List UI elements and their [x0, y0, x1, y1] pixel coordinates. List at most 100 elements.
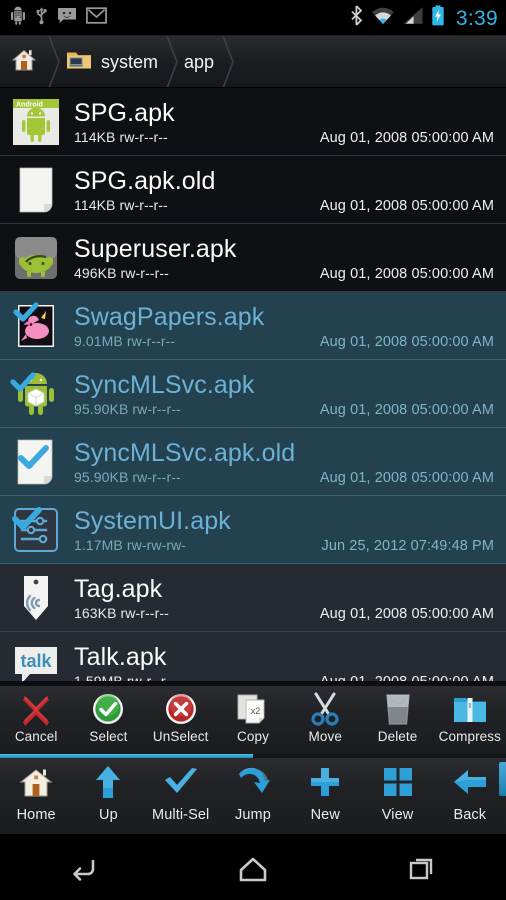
systemui-settings-icon: [8, 502, 64, 558]
file-meta: SPG.apk.old 114KB rw-r--r-- Aug 01, 2008…: [64, 162, 506, 218]
file-meta: Superuser.apk 496KB rw-r--r-- Aug 01, 20…: [64, 230, 506, 286]
file-name: Talk.apk: [74, 643, 167, 671]
file-row[interactable]: Android SPG.apk 114KB rw-r--r-- Aug 01, …: [0, 88, 506, 156]
home-house-icon: [19, 760, 53, 804]
superuser-icon: [8, 230, 64, 286]
scissors-icon: [309, 690, 341, 728]
file-row[interactable]: Superuser.apk 496KB rw-r--r-- Aug 01, 20…: [0, 224, 506, 292]
button-label: Delete: [377, 729, 418, 744]
home-icon: [10, 46, 38, 79]
file-size-perms: 163KB rw-r--r--: [74, 605, 169, 621]
file-list[interactable]: Android SPG.apk 114KB rw-r--r-- Aug 01, …: [0, 88, 506, 681]
file-date: Aug 01, 2008 05:00:00 AM: [319, 402, 494, 418]
up-button[interactable]: Up: [72, 760, 144, 835]
grid-view-icon: [383, 760, 413, 804]
back-button[interactable]: Back: [434, 760, 506, 835]
file-date: Aug 01, 2008 05:00:00 AM: [319, 606, 494, 622]
breadcrumb-separator: [221, 36, 235, 88]
view-button[interactable]: View: [361, 760, 433, 835]
unselect-button[interactable]: UnSelect: [145, 690, 217, 754]
back-nav-icon[interactable]: [0, 835, 169, 900]
delete-button[interactable]: Delete: [361, 690, 433, 754]
gmail-icon: [86, 7, 107, 29]
file-row[interactable]: talk Talk.apk 1.59MB rw-r--r-- Aug 01, 2…: [0, 632, 506, 681]
system-navigation-bar: [0, 835, 506, 900]
compress-button[interactable]: Compress: [434, 690, 506, 754]
button-label: Home: [16, 807, 56, 823]
breadcrumb-item-app[interactable]: app: [172, 36, 234, 88]
svg-text:Android: Android: [16, 102, 43, 109]
button-label: Compress: [438, 729, 501, 744]
button-label: Select: [89, 729, 128, 744]
breadcrumb-label: app: [184, 51, 215, 72]
svg-text:talk: talk: [20, 651, 52, 671]
file-row-selected[interactable]: SwagPapers.apk 9.01MB rw-r--r-- Aug 01, …: [0, 292, 506, 360]
file-meta: Tag.apk 163KB rw-r--r-- Aug 01, 2008 05:…: [64, 570, 506, 626]
file-name: SyncMLSvc.apk.old: [74, 439, 296, 467]
copy-x2-icon: x2: [236, 690, 270, 728]
file-row[interactable]: SPG.apk.old 114KB rw-r--r-- Aug 01, 2008…: [0, 156, 506, 224]
button-label: Copy: [237, 729, 269, 744]
recents-nav-icon[interactable]: [337, 835, 506, 900]
navigation-toolbar: Home Up Multi-Sel Jump New View Back: [0, 754, 506, 835]
folder-icon: [66, 49, 92, 76]
file-name: SPG.apk.old: [74, 167, 216, 195]
file-date: Aug 01, 2008 05:00:00 AM: [319, 334, 494, 350]
red-x-circle-icon: [165, 690, 197, 728]
sms-icon: [57, 7, 77, 29]
breadcrumb: system app: [0, 36, 506, 88]
move-button[interactable]: Move: [289, 690, 361, 754]
multi-sel-button[interactable]: Multi-Sel: [145, 760, 217, 835]
bluetooth-icon: [349, 5, 364, 31]
home-button[interactable]: Home: [0, 760, 72, 835]
file-meta: SyncMLSvc.apk 95.90KB rw-r--r-- Aug 01, …: [64, 366, 506, 422]
file-date: Aug 01, 2008 05:00:00 AM: [319, 266, 494, 282]
wifi-icon: [371, 6, 395, 30]
new-button[interactable]: New: [289, 760, 361, 835]
file-date: Aug 01, 2008 05:00:00 AM: [319, 470, 494, 486]
battery-charging-icon: [431, 5, 445, 31]
button-label: View: [381, 807, 414, 823]
breadcrumb-home[interactable]: [0, 36, 60, 88]
bottom-toolbars: Cancel Select UnSelect x2 Copy Move Dele…: [0, 686, 506, 835]
android-debug-icon: [10, 6, 26, 30]
red-x-icon: [19, 690, 53, 728]
jump-button[interactable]: Jump: [217, 760, 289, 835]
generic-file-icon: [8, 162, 64, 218]
copy-button[interactable]: x2 Copy: [217, 690, 289, 754]
file-name: SwagPapers.apk: [74, 303, 265, 331]
arrow-up-icon: [94, 760, 122, 804]
trash-icon: [383, 690, 413, 728]
file-meta: Talk.apk 1.59MB rw-r--r-- Aug 01, 2008 0…: [64, 638, 506, 681]
select-button[interactable]: Select: [72, 690, 144, 754]
file-name: Superuser.apk: [74, 235, 237, 263]
button-label: Up: [99, 807, 118, 823]
file-row-selected[interactable]: SystemUI.apk 1.17MB rw-rw-rw- Jun 25, 20…: [0, 496, 506, 564]
file-size-perms: 1.17MB rw-rw-rw-: [74, 537, 187, 553]
action-toolbar: Cancel Select UnSelect x2 Copy Move Dele…: [0, 686, 506, 754]
file-size-perms: 9.01MB rw-r--r--: [74, 333, 176, 349]
button-label: New: [310, 807, 340, 823]
swagpapers-unicorn-icon: [8, 298, 64, 354]
zip-folder-icon: [453, 690, 487, 728]
breadcrumb-label: system: [101, 51, 159, 72]
breadcrumb-item-system[interactable]: system: [54, 36, 178, 88]
file-row-selected[interactable]: SyncMLSvc.apk 95.90KB rw-r--r-- Aug 01, …: [0, 360, 506, 428]
app-screen: 3:39 system app Android SPG.apk 114KB rw…: [0, 0, 506, 900]
talk-icon: talk: [8, 638, 64, 681]
file-date: Aug 01, 2008 05:00:00 AM: [320, 674, 494, 681]
file-name: Tag.apk: [74, 575, 163, 603]
file-row-selected[interactable]: SyncMLSvc.apk.old 95.90KB rw-r--r-- Aug …: [0, 428, 506, 496]
overflow-item-partial-icon[interactable]: [499, 762, 506, 796]
file-row[interactable]: Tag.apk 163KB rw-r--r-- Aug 01, 2008 05:…: [0, 564, 506, 632]
file-size-perms: 95.90KB rw-r--r--: [74, 469, 181, 485]
button-label: Jump: [235, 807, 271, 823]
apk-android-package-icon: [8, 366, 64, 422]
button-label: Multi-Sel: [152, 807, 210, 823]
file-size-perms: 114KB rw-r--r--: [74, 197, 168, 213]
generic-file-icon: [8, 434, 64, 490]
cancel-button[interactable]: Cancel: [0, 690, 72, 754]
home-nav-icon[interactable]: [169, 835, 338, 900]
signal-icon: [402, 6, 424, 30]
green-check-circle-icon: [92, 690, 124, 728]
